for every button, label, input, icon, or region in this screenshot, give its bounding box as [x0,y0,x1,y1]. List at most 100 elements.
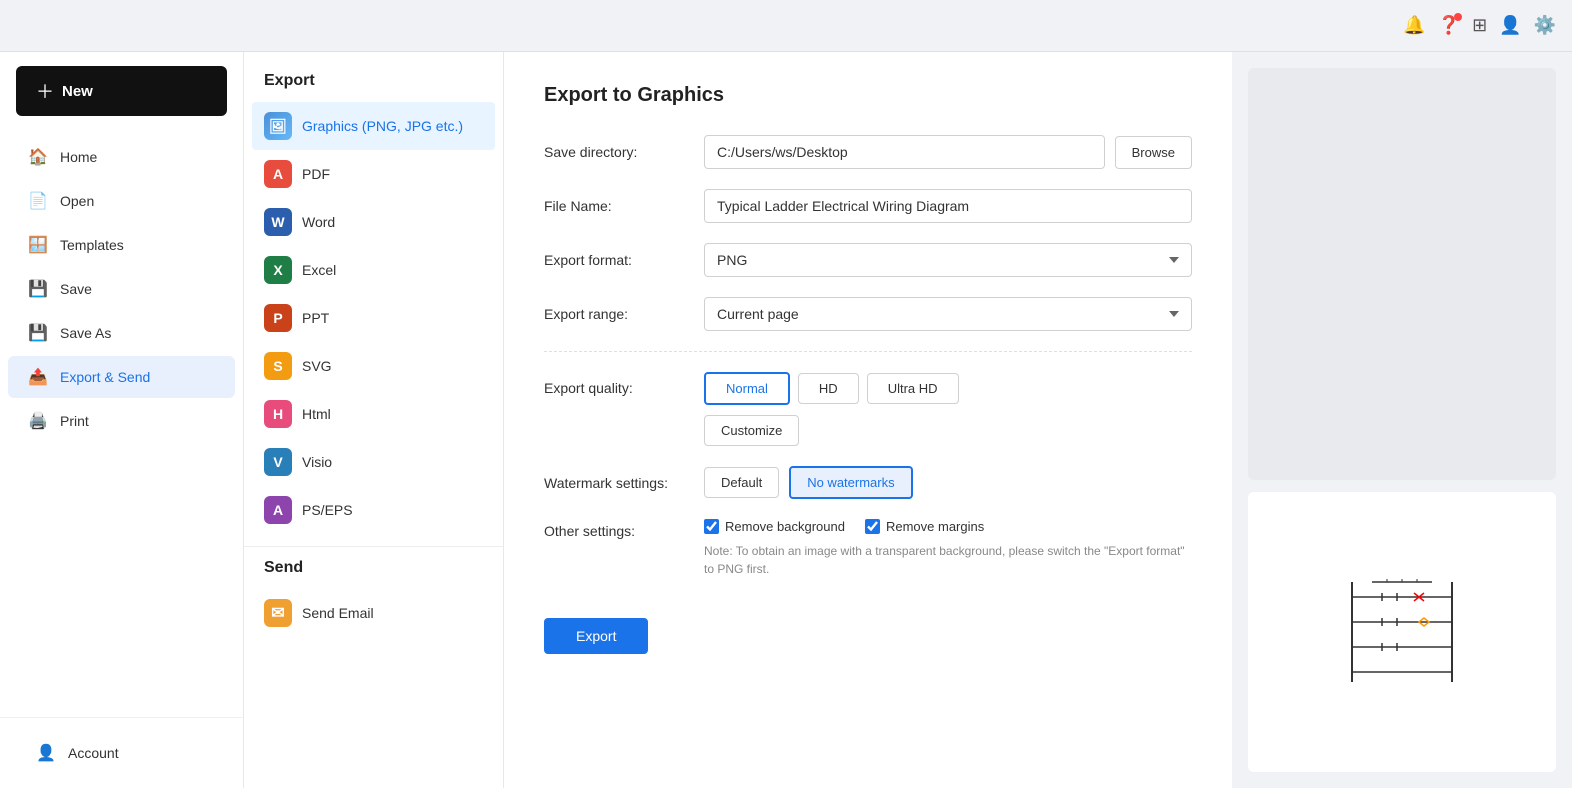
export-item-visio-label: Visio [302,454,332,470]
remove-margins-checkbox[interactable] [865,519,880,534]
open-icon: 📄 [28,191,48,211]
quality-hd-btn[interactable]: HD [798,373,859,404]
other-settings-control: Remove background Remove margins Note: T… [704,519,1192,578]
export-quality-control: Normal HD Ultra HD Customize [704,372,1192,446]
export-range-row: Export range: Current page All pages Sel… [544,297,1192,331]
watermark-control: Default No watermarks [704,466,1192,499]
remove-background-label[interactable]: Remove background [704,519,845,534]
watermark-default-btn[interactable]: Default [704,467,779,498]
sidebar-item-account[interactable]: 👤 Account [16,732,227,774]
html-icon: H [264,400,292,428]
export-button[interactable]: Export [544,618,648,654]
sidebar-item-save-as[interactable]: 💾 Save As [8,312,235,354]
save-directory-control: Browse [704,135,1192,169]
remove-margins-label[interactable]: Remove margins [865,519,984,534]
other-settings-label: Other settings: [544,519,704,539]
sidebar-item-export-send[interactable]: 📤 Export & Send [8,356,235,398]
sidebar-label-save-as: Save As [60,325,111,341]
sidebar-label-open: Open [60,193,94,209]
export-item-graphics[interactable]: 🖼 Graphics (PNG, JPG etc.) [252,102,495,150]
export-range-select[interactable]: Current page All pages Selected [704,297,1192,331]
visio-icon: V [264,448,292,476]
export-format-select[interactable]: PNG JPG BMP SVG [704,243,1192,277]
export-item-pdf-label: PDF [302,166,330,182]
export-format-label: Export format: [544,252,704,268]
export-item-ppt[interactable]: P PPT [244,294,503,342]
excel-icon: X [264,256,292,284]
sidebar-label-account: Account [68,745,119,761]
sidebar-label-home: Home [60,149,97,165]
file-name-row: File Name: [544,189,1192,223]
home-icon: 🏠 [28,147,48,167]
export-item-send-email-label: Send Email [302,605,374,621]
pseps-icon: A [264,496,292,524]
file-name-input[interactable] [704,189,1192,223]
form-title: Export to Graphics [544,84,1192,107]
export-item-html[interactable]: H Html [244,390,503,438]
sidebar: ＋ New 🏠 Home 📄 Open 🪟 Templates 💾 Save 💾 [0,52,244,788]
export-item-pseps-label: PS/EPS [302,502,353,518]
preview-top-area [1248,68,1556,480]
sidebar-item-home[interactable]: 🏠 Home [8,136,235,178]
note-text: Note: To obtain an image with a transpar… [704,542,1192,578]
svg-icon: S [264,352,292,380]
new-button[interactable]: ＋ New [16,66,227,116]
export-form: Export to Graphics Save directory: Brows… [504,52,1232,788]
export-section-title: Export [244,72,503,102]
sidebar-item-open[interactable]: 📄 Open [8,180,235,222]
export-item-excel[interactable]: X Excel [244,246,503,294]
account-icon: 👤 [36,743,56,763]
export-panel: Export 🖼 Graphics (PNG, JPG etc.) A PDF … [244,52,504,788]
user-icon[interactable]: 👤 [1499,15,1521,36]
save-directory-label: Save directory: [544,144,704,160]
watermark-group: Default No watermarks [704,466,1192,499]
customize-button[interactable]: Customize [704,415,799,446]
sidebar-label-export-send: Export & Send [60,369,150,385]
word-icon: W [264,208,292,236]
export-quality-row: Export quality: Normal HD Ultra HD Custo… [544,372,1192,446]
quality-normal-btn[interactable]: Normal [704,372,790,405]
settings-icon[interactable]: ⚙️ [1534,15,1556,36]
send-section-title: Send [244,559,503,589]
export-item-word-label: Word [302,214,335,230]
bell-icon[interactable]: 🔔 [1403,15,1425,36]
save-icon: 💾 [28,279,48,299]
export-item-graphics-label: Graphics (PNG, JPG etc.) [302,118,463,134]
export-item-excel-label: Excel [302,262,336,278]
sidebar-item-print[interactable]: 🖨️ Print [8,400,235,442]
graphics-icon: 🖼 [264,112,292,140]
app-layout: ＋ New 🏠 Home 📄 Open 🪟 Templates 💾 Save 💾 [0,52,1572,788]
save-directory-input[interactable] [704,135,1105,169]
export-item-pseps[interactable]: A PS/EPS [244,486,503,534]
watermark-label: Watermark settings: [544,475,704,491]
apps-icon[interactable]: ⊞ [1472,15,1487,36]
quality-ultrahd-btn[interactable]: Ultra HD [867,373,959,404]
export-item-word[interactable]: W Word [244,198,503,246]
export-item-svg[interactable]: S SVG [244,342,503,390]
help-icon[interactable]: ❓ [1438,15,1460,36]
export-format-row: Export format: PNG JPG BMP SVG [544,243,1192,277]
browse-button[interactable]: Browse [1115,136,1192,169]
export-item-visio[interactable]: V Visio [244,438,503,486]
watermark-none-btn[interactable]: No watermarks [789,466,912,499]
plus-icon: ＋ [36,78,54,104]
export-quality-label: Export quality: [544,372,704,396]
diagram-svg [1332,572,1472,692]
remove-background-checkbox[interactable] [704,519,719,534]
export-range-label: Export range: [544,306,704,322]
top-bar-icons: 🔔 ❓ ⊞ 👤 ⚙️ [1403,15,1556,36]
quality-group: Normal HD Ultra HD [704,372,1192,405]
export-item-pdf[interactable]: A PDF [244,150,503,198]
checkbox-group: Remove background Remove margins [704,519,1192,534]
save-directory-row: Save directory: Browse [544,135,1192,169]
watermark-row: Watermark settings: Default No watermark… [544,466,1192,499]
export-range-control: Current page All pages Selected [704,297,1192,331]
form-divider [544,351,1192,352]
sidebar-item-templates[interactable]: 🪟 Templates [8,224,235,266]
new-button-label: New [62,83,93,100]
sidebar-label-save: Save [60,281,92,297]
export-item-send-email[interactable]: ✉ Send Email [244,589,503,637]
main-content: Export to Graphics Save directory: Brows… [504,52,1572,788]
sidebar-item-save[interactable]: 💾 Save [8,268,235,310]
pdf-icon: A [264,160,292,188]
